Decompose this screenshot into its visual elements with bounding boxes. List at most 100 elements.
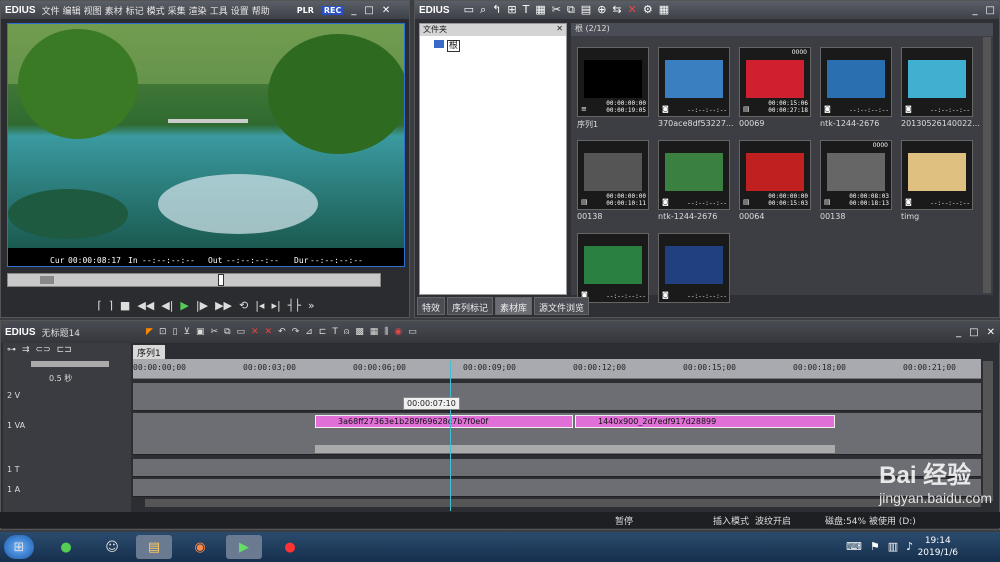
timeline-clip-2[interactable]: 1440x900_2d7edf917d28899	[575, 415, 835, 428]
insert-icon[interactable]: |◂	[255, 299, 264, 312]
bin-clip[interactable]: ◙ --:--:--:--	[658, 47, 730, 117]
capture-icon[interactable]: ⊡	[159, 327, 167, 337]
paste-icon[interactable]: ▤	[581, 3, 591, 17]
bin-clip[interactable]: ◙ --:--:--:--	[901, 140, 973, 210]
bin-clip[interactable]: ▤ 00:00:00:00 00:00:15:03	[739, 140, 811, 210]
zoom-level[interactable]: 0.5 秒	[49, 373, 72, 384]
menu-item-9[interactable]: 设置	[231, 7, 249, 17]
track-1t[interactable]	[133, 459, 981, 477]
set-out-icon[interactable]: ⌉	[109, 299, 113, 312]
title-icon[interactable]: T	[523, 3, 530, 17]
replace-icon[interactable]: ⇆	[612, 3, 621, 17]
timeline-playhead[interactable]	[450, 361, 451, 511]
ripple-delete-icon[interactable]: ✕	[265, 327, 273, 337]
overwrite-icon[interactable]: ▸|	[271, 299, 280, 312]
copy-tl-icon[interactable]: ⧉	[224, 327, 230, 337]
properties-icon[interactable]: ⚙	[643, 3, 653, 17]
track-1va[interactable]: 3a68ff27363e1b289f69628c7b7f0e0f 1440x90…	[133, 413, 981, 455]
grid-icon[interactable]: ▦	[370, 327, 379, 337]
step-forward-icon[interactable]: |▶	[196, 299, 208, 312]
new-sequence-icon[interactable]: ◤	[146, 327, 153, 337]
menu-item-2[interactable]: 视图	[84, 7, 102, 17]
tl-minimize-icon[interactable]: _	[956, 327, 961, 338]
edius-taskbar-icon[interactable]: ▶	[226, 535, 262, 559]
bin-clip[interactable]: ◙ --:--:--:--	[658, 140, 730, 210]
menu-item-7[interactable]: 渲染	[189, 7, 207, 17]
open-project-icon[interactable]: ⊻	[183, 327, 190, 337]
stop-icon[interactable]: ■	[120, 299, 130, 312]
play-icon[interactable]: ▶	[180, 299, 188, 312]
bin-maximize-icon[interactable]: □	[986, 5, 995, 16]
bin-clip[interactable]: ◙ --:--:--:--	[820, 47, 892, 117]
set-in-icon[interactable]: ⌈	[97, 299, 101, 312]
bin-minimize-icon[interactable]: _	[973, 5, 978, 16]
split-icon[interactable]: ┤├	[288, 299, 301, 312]
bin-tab-2[interactable]: 素材库	[495, 297, 533, 315]
close-icon[interactable]: ✕	[382, 5, 390, 16]
bin-tab-1[interactable]: 序列标记	[447, 297, 494, 315]
trim-icon[interactable]: ⊏	[319, 327, 327, 337]
delete-icon[interactable]: ✕	[628, 3, 637, 17]
tray-flag-icon[interactable]: ⚑	[870, 540, 880, 553]
position-slider[interactable]	[7, 273, 381, 287]
mic-icon[interactable]: ⍝	[344, 327, 349, 337]
bin-clip[interactable]: ▤ 00:00:00:00 00:00:10:11	[577, 140, 649, 210]
rewind-icon[interactable]: ◀◀	[137, 299, 154, 312]
folder-icon[interactable]: ▭	[464, 3, 474, 17]
marker-icon[interactable]: ⊿	[305, 327, 313, 337]
menu-item-3[interactable]: 素材	[105, 7, 123, 17]
app-green-icon[interactable]: ●	[48, 535, 84, 559]
layout-icon[interactable]: ▭	[408, 327, 417, 337]
tray-volume-icon[interactable]: ♪	[906, 540, 913, 553]
tray-keyboard-icon[interactable]: ⌨	[846, 540, 862, 553]
undo-cut-icon[interactable]: ✂	[211, 327, 219, 337]
sync-icon[interactable]: ⇉	[22, 345, 30, 355]
time-ruler[interactable]: 00:00:00;00 00:00:03;00 00:00:06;00 00:00:0…	[133, 359, 981, 379]
rec-badge[interactable]: REC	[321, 5, 344, 15]
copy-icon[interactable]: ⧉	[567, 3, 575, 17]
more-icon[interactable]: »	[308, 299, 315, 312]
bin-clip[interactable]: 0000 ▤ 00:00:08:03 00:00:18:13	[820, 140, 892, 210]
slider-playhead[interactable]	[218, 274, 224, 286]
menu-item-6[interactable]: 采集	[168, 7, 186, 17]
fast-forward-icon[interactable]: ▶▶	[215, 299, 232, 312]
search-icon[interactable]: ⌕	[480, 3, 486, 17]
color-bar-icon[interactable]: ▦	[535, 3, 545, 17]
color-icon[interactable]: ◉	[394, 327, 402, 337]
up-folder-icon[interactable]: ↰	[492, 3, 501, 17]
undo-icon[interactable]: ↶	[278, 327, 286, 337]
menu-item-8[interactable]: 工具	[210, 7, 228, 17]
zoom-slider[interactable]	[31, 361, 109, 367]
menu-item-4[interactable]: 标记	[126, 7, 144, 17]
menu-item-1[interactable]: 编辑	[63, 7, 81, 17]
qq-icon[interactable]: ☺	[94, 535, 130, 559]
bin-clip[interactable]: ◙ --:--:--:--	[901, 47, 973, 117]
delete-tl-icon[interactable]: ✕	[251, 327, 259, 337]
maximize-icon[interactable]: □	[364, 5, 373, 16]
add-clip-icon[interactable]: ⊞	[507, 3, 516, 17]
bin-clip[interactable]: ≡ 00:00:00:00 00:00:19:05	[577, 47, 649, 117]
menu-item-10[interactable]: 帮助	[252, 7, 270, 17]
bin-clip[interactable]: ◙ --:--:--:--	[577, 233, 649, 303]
menu-item-5[interactable]: 模式	[147, 7, 165, 17]
snap-icon[interactable]: ⊏⊐	[57, 345, 72, 355]
tl-close-icon[interactable]: ✕	[987, 327, 995, 338]
firefox-icon[interactable]: ◉	[182, 535, 218, 559]
minimize-icon[interactable]: _	[351, 5, 356, 16]
menu-item-0[interactable]: 文件	[42, 7, 60, 17]
start-button-icon[interactable]: ⊞	[4, 535, 34, 559]
track-1a[interactable]	[133, 479, 981, 497]
plr-badge[interactable]: PLR	[295, 6, 316, 15]
bin-clip[interactable]: ◙ --:--:--:--	[658, 233, 730, 303]
bin-tab-0[interactable]: 特效	[417, 297, 446, 315]
sequence-tab[interactable]: 序列1	[133, 345, 165, 360]
save-icon[interactable]: ▣	[196, 327, 205, 337]
add-timeline-icon[interactable]: ⊕	[597, 3, 606, 17]
root-folder[interactable]: 根	[420, 36, 566, 53]
timeline-hscrollbar[interactable]	[145, 499, 981, 507]
cut-icon[interactable]: ✂	[552, 3, 561, 17]
slider-start-handle[interactable]	[40, 276, 54, 284]
loop-icon[interactable]: ⟲	[239, 299, 248, 312]
new-project-icon[interactable]: ▯	[172, 327, 177, 337]
tray-network-icon[interactable]: ▥	[888, 540, 898, 553]
